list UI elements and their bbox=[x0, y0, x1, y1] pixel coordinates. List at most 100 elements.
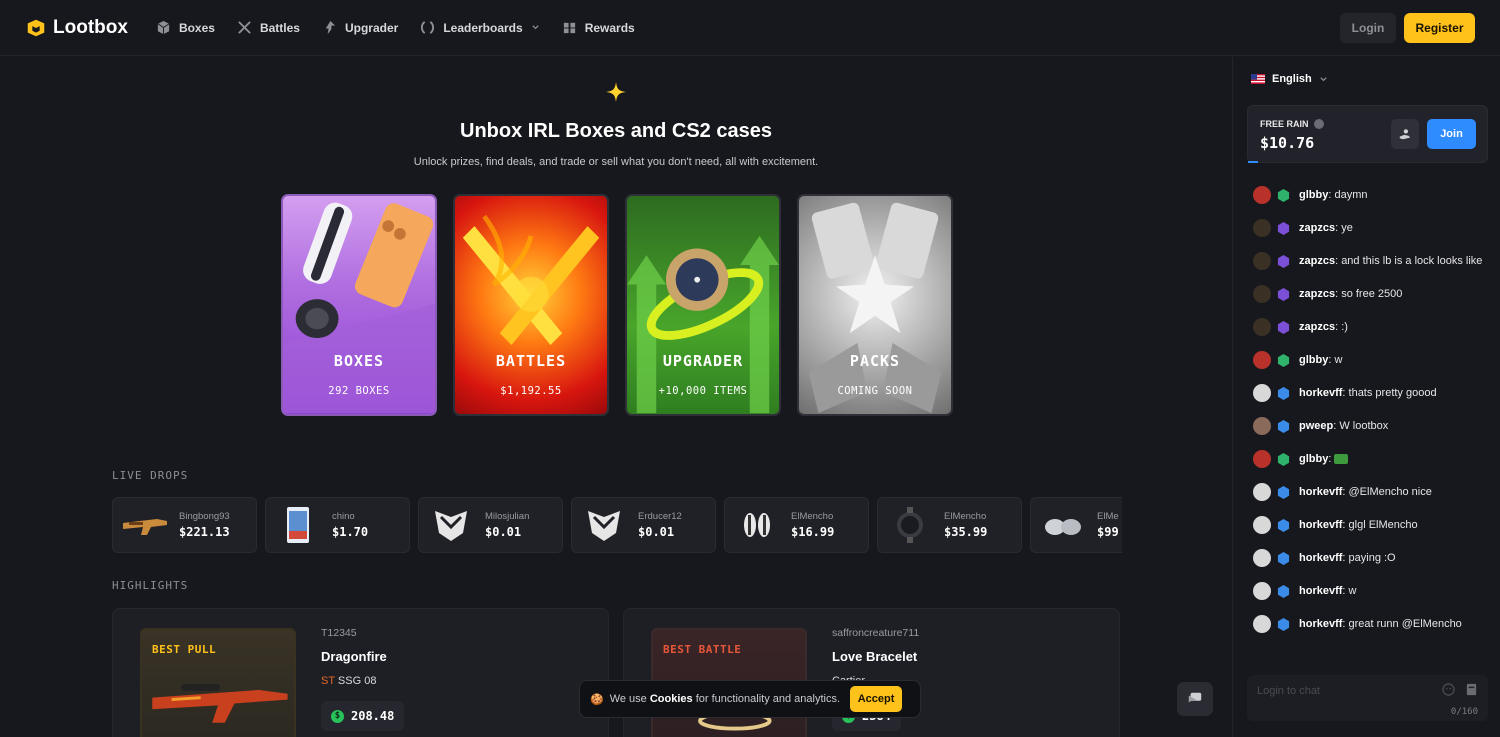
user-avatar[interactable] bbox=[1253, 450, 1271, 468]
brand-logo[interactable]: Lootbox bbox=[25, 17, 128, 39]
login-button[interactable]: Login bbox=[1340, 13, 1396, 43]
lootbox-logo-icon bbox=[27, 19, 45, 36]
chat-username[interactable]: zapzcs bbox=[1299, 255, 1335, 267]
nav-rewards[interactable]: Rewards bbox=[562, 20, 635, 35]
highlight-best-pull[interactable]: BEST PULL T12345 Dragonfire ST SSG 08 $2… bbox=[112, 608, 609, 737]
chat-text: : @ElMencho nice bbox=[1342, 486, 1432, 498]
level-badge-icon bbox=[1277, 552, 1290, 565]
user-avatar[interactable] bbox=[1253, 384, 1271, 402]
drop-price: $0.01 bbox=[485, 525, 522, 539]
user-avatar[interactable] bbox=[1253, 186, 1271, 204]
rifle-icon bbox=[123, 519, 167, 535]
chat-message: zapzcs: so free 2500 bbox=[1251, 284, 1487, 304]
mode-card-title: BATTLES bbox=[495, 352, 567, 370]
rules-book-icon[interactable] bbox=[1465, 683, 1478, 696]
live-drop-item[interactable]: chino $1.70 bbox=[265, 497, 410, 553]
nav-upgrader-label: Upgrader bbox=[344, 20, 399, 35]
user-avatar[interactable] bbox=[1253, 483, 1271, 501]
top-navbar: Lootbox Boxes Battles Upgrader Leaderboa… bbox=[0, 0, 1500, 56]
chat-username[interactable]: horkevff bbox=[1299, 486, 1342, 498]
chat-message: horkevff: @ElMencho nice bbox=[1251, 482, 1487, 502]
join-rain-button[interactable]: Join bbox=[1427, 119, 1476, 149]
shield-logo-icon bbox=[435, 511, 467, 541]
chat-username[interactable]: glbby bbox=[1299, 453, 1328, 465]
game-mode-cards: BOXES 292 BOXES BATTLES $1,192.55 UPGRAD… bbox=[281, 194, 953, 416]
language-selector[interactable]: English bbox=[1251, 73, 1328, 85]
money-emoji-icon bbox=[1334, 454, 1349, 465]
nav-battles[interactable]: Battles bbox=[237, 20, 300, 35]
highlight-item-type: SSG 08 bbox=[337, 675, 377, 687]
chat-username[interactable]: zapzcs bbox=[1299, 222, 1335, 234]
info-icon[interactable] bbox=[1313, 119, 1324, 129]
boxes-art-icon bbox=[283, 202, 435, 414]
chat-username[interactable]: glbby bbox=[1299, 189, 1328, 201]
user-avatar[interactable] bbox=[1253, 351, 1271, 369]
user-avatar[interactable] bbox=[1253, 252, 1271, 270]
chat-username[interactable]: horkevff bbox=[1299, 585, 1342, 597]
char-counter: 0/160 bbox=[1450, 707, 1478, 717]
chat-username[interactable]: pweep bbox=[1299, 420, 1333, 432]
open-chat-button[interactable] bbox=[1177, 682, 1213, 716]
mode-card-packs[interactable]: PACKS COMING SOON bbox=[797, 194, 953, 416]
highlight-price: $208.48 bbox=[321, 701, 405, 731]
chat-text: : daymn bbox=[1328, 189, 1368, 201]
drop-username: chino bbox=[332, 511, 355, 522]
user-avatar[interactable] bbox=[1253, 318, 1271, 336]
chat-username[interactable]: zapzcs bbox=[1299, 288, 1335, 300]
chat-message: zapzcs: :) bbox=[1251, 317, 1487, 337]
nav-leaderboards[interactable]: Leaderboards bbox=[420, 20, 539, 35]
user-avatar[interactable] bbox=[1253, 219, 1271, 237]
highlight-item-meta: ST SSG 08 bbox=[321, 675, 376, 687]
sneakers-icon bbox=[1045, 519, 1081, 535]
chat-input[interactable] bbox=[1257, 683, 1427, 699]
user-avatar[interactable] bbox=[1253, 285, 1271, 303]
nav-boxes[interactable]: Boxes bbox=[156, 20, 215, 35]
chat-username[interactable]: zapzcs bbox=[1299, 321, 1335, 333]
chat-message: horkevff: paying :O bbox=[1251, 548, 1487, 568]
user-avatar[interactable] bbox=[1253, 417, 1271, 435]
nav-rewards-label: Rewards bbox=[584, 20, 635, 35]
chevron-down-icon bbox=[532, 25, 539, 30]
chat-username[interactable]: horkevff bbox=[1299, 387, 1342, 399]
level-badge-icon bbox=[1277, 354, 1290, 367]
live-drop-item[interactable]: Bingbong93 $221.13 bbox=[112, 497, 257, 553]
mode-card-boxes[interactable]: BOXES 292 BOXES bbox=[281, 194, 437, 416]
chevron-down-icon bbox=[1320, 76, 1327, 81]
chat-text: : ye bbox=[1335, 222, 1353, 234]
user-avatar[interactable] bbox=[1253, 516, 1271, 534]
chat-username[interactable]: horkevff bbox=[1299, 618, 1342, 630]
card-pack-icon bbox=[287, 507, 309, 543]
accept-cookies-button[interactable]: Accept bbox=[850, 686, 903, 712]
nav-upgrader[interactable]: Upgrader bbox=[322, 20, 398, 35]
live-drop-item[interactable]: ElMencho $16.99 bbox=[724, 497, 869, 553]
live-drop-item[interactable]: Erducer12 $0.01 bbox=[571, 497, 716, 553]
user-avatar[interactable] bbox=[1253, 549, 1271, 567]
register-button[interactable]: Register bbox=[1404, 13, 1475, 43]
mode-card-upgrader[interactable]: UPGRADER +10,000 ITEMS bbox=[625, 194, 781, 416]
chat-username[interactable]: glbby bbox=[1299, 354, 1328, 366]
sniper-rifle-icon bbox=[152, 684, 288, 723]
rain-tip-button[interactable] bbox=[1391, 119, 1419, 149]
mode-card-battles[interactable]: BATTLES $1,192.55 bbox=[453, 194, 609, 416]
emoji-icon[interactable] bbox=[1442, 683, 1455, 696]
live-drop-item[interactable]: Milosjulian $0.01 bbox=[418, 497, 563, 553]
battles-art-icon bbox=[462, 214, 600, 345]
chat-text: : paying :O bbox=[1342, 552, 1396, 564]
level-badge-icon bbox=[1277, 255, 1290, 268]
chat-username[interactable]: horkevff bbox=[1299, 552, 1342, 564]
rain-progress-bar bbox=[1248, 161, 1258, 163]
user-avatar[interactable] bbox=[1253, 615, 1271, 633]
live-drop-item[interactable]: ElMe $99 bbox=[1030, 497, 1122, 553]
brand-name: Lootbox bbox=[53, 16, 128, 38]
level-badge-icon bbox=[1277, 618, 1290, 631]
drop-price: $1.70 bbox=[332, 525, 369, 539]
chat-message: horkevff: w bbox=[1251, 581, 1487, 601]
chat-username[interactable]: horkevff bbox=[1299, 519, 1342, 531]
user-avatar[interactable] bbox=[1253, 582, 1271, 600]
live-drop-item[interactable]: ElMencho $35.99 bbox=[877, 497, 1022, 553]
cube-icon bbox=[157, 20, 170, 35]
chat-message: horkevff: thats pretty goood bbox=[1251, 383, 1487, 403]
chat-input-tools bbox=[1442, 683, 1478, 696]
upgrade-arrow-icon bbox=[325, 20, 336, 35]
level-badge-icon bbox=[1277, 453, 1290, 466]
